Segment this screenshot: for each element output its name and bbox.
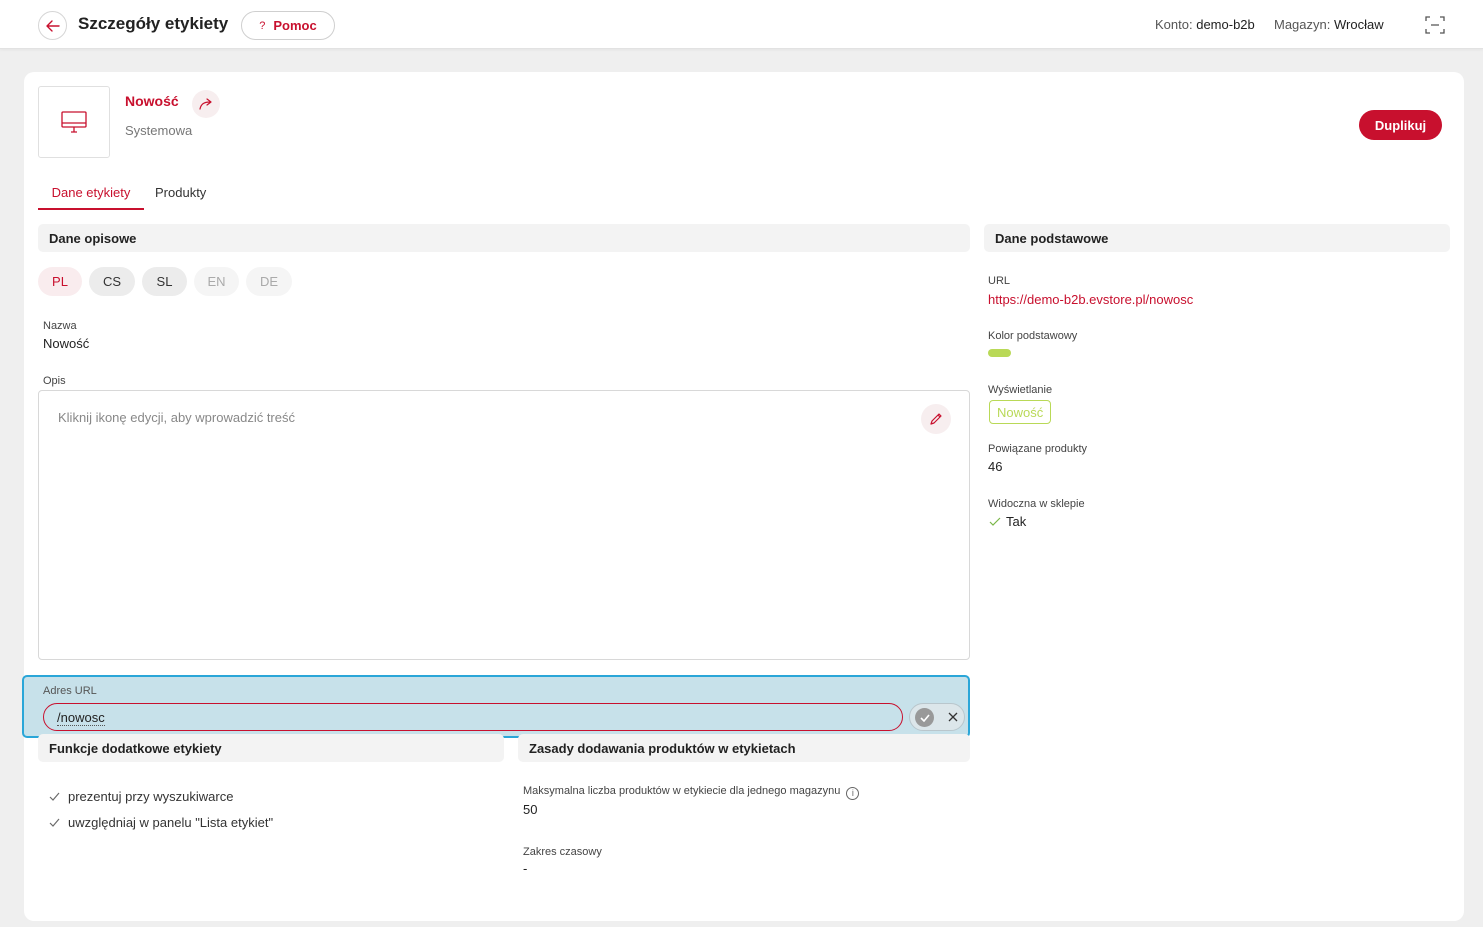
- lang-cs[interactable]: CS: [89, 267, 135, 296]
- main-card: Nowość Systemowa Duplikuj Dane etykiety …: [22, 72, 1464, 921]
- related-products-label: Powiązane produkty: [988, 443, 1088, 455]
- color-label: Kolor podstawowy: [988, 330, 1078, 342]
- confirm-url-button[interactable]: [915, 708, 934, 727]
- section-basic: Dane podstawowe: [984, 224, 1450, 252]
- share-arrow-icon: [199, 98, 212, 110]
- max-products-value: 50: [523, 802, 538, 817]
- time-range-label: Zakres czasowy: [523, 846, 602, 858]
- account-info: Konto: demo-b2b: [1155, 17, 1255, 32]
- help-label: Pomoc: [273, 18, 317, 33]
- close-icon: [948, 712, 958, 722]
- account-label: Konto:: [1155, 17, 1193, 32]
- url-input[interactable]: /nowosc: [43, 703, 903, 731]
- extra-function-label: prezentuj przy wyszukiwarce: [68, 789, 234, 804]
- lang-pl[interactable]: PL: [38, 267, 82, 296]
- label-thumbnail: [38, 86, 110, 158]
- back-button[interactable]: [38, 11, 67, 40]
- visible-value: Tak: [1006, 514, 1027, 529]
- extra-function-label: uwzględniaj w panelu "Lista etykiet": [68, 815, 274, 830]
- top-bar: Szczegóły etykiety ? Pomoc Konto: demo-b…: [0, 0, 1483, 49]
- visible-label: Widoczna w sklepie: [988, 498, 1085, 510]
- tab-label-data[interactable]: Dane etykiety: [38, 185, 144, 210]
- help-button[interactable]: ? Pomoc: [241, 11, 335, 40]
- name-label: Nazwa: [43, 320, 77, 332]
- section-rules: Zasady dodawania produktów w etykietach: [518, 734, 970, 762]
- display-label: Wyświetlanie: [988, 384, 1053, 396]
- monitor-icon: [61, 111, 87, 133]
- url-input-value: /nowosc: [57, 710, 105, 726]
- question-icon: ?: [259, 19, 266, 32]
- lang-sl[interactable]: SL: [142, 267, 187, 296]
- arrow-left-icon: [45, 19, 60, 32]
- section-extra-functions: Funkcje dodatkowe etykiety: [38, 734, 504, 762]
- tab-products[interactable]: Produkty: [155, 185, 206, 210]
- share-button[interactable]: [192, 90, 220, 118]
- check-icon: [919, 713, 930, 722]
- account-value: demo-b2b: [1196, 17, 1255, 32]
- time-range-value: -: [523, 861, 528, 876]
- url-edit-panel: Adres URL /nowosc: [22, 675, 970, 738]
- name-value: Nowość: [43, 336, 90, 351]
- label-type: Systemowa: [125, 123, 193, 138]
- warehouse-label: Magazyn:: [1274, 17, 1331, 32]
- page-title: Szczegóły etykiety: [78, 14, 229, 33]
- max-products-label: Maksymalna liczba produktów w etykiecie …: [523, 785, 860, 800]
- lang-en[interactable]: EN: [194, 267, 239, 296]
- check-icon: [49, 792, 60, 801]
- description-placeholder: Kliknij ikonę edycji, aby wprowadzić tre…: [58, 410, 295, 425]
- visible-value-row: Tak: [989, 514, 1026, 529]
- fullscreen-icon[interactable]: [1425, 16, 1445, 34]
- color-swatch: [988, 349, 1011, 357]
- display-badge: Nowość: [989, 400, 1052, 424]
- duplicate-button[interactable]: Duplikuj: [1359, 110, 1442, 140]
- lang-de[interactable]: DE: [246, 267, 292, 296]
- warehouse-value: Wrocław: [1334, 17, 1384, 32]
- url-link[interactable]: https://demo-b2b.evstore.pl/nowosc: [988, 292, 1193, 307]
- description-box[interactable]: Kliknij ikonę edycji, aby wprowadzić tre…: [38, 390, 970, 660]
- extra-function-item: prezentuj przy wyszukiwarce: [49, 789, 233, 804]
- pencil-icon: [930, 413, 942, 425]
- label-name: Nowość: [125, 93, 179, 109]
- section-descriptive: Dane opisowe: [38, 224, 970, 252]
- max-products-text: Maksymalna liczba produktów w etykiecie …: [523, 785, 841, 797]
- url-label: URL: [988, 275, 1011, 287]
- url-edit-label: Adres URL: [43, 685, 97, 697]
- related-products-value: 46: [988, 459, 1003, 474]
- description-label: Opis: [43, 375, 66, 387]
- cancel-url-button[interactable]: [944, 708, 962, 726]
- extra-function-item: uwzględniaj w panelu "Lista etykiet": [49, 815, 273, 830]
- check-icon: [49, 818, 60, 827]
- check-icon: [989, 517, 1001, 526]
- info-icon[interactable]: i: [846, 787, 860, 800]
- edit-description-button[interactable]: [921, 404, 951, 434]
- warehouse-info[interactable]: Magazyn: Wrocław: [1274, 17, 1384, 32]
- url-actions: [909, 703, 965, 731]
